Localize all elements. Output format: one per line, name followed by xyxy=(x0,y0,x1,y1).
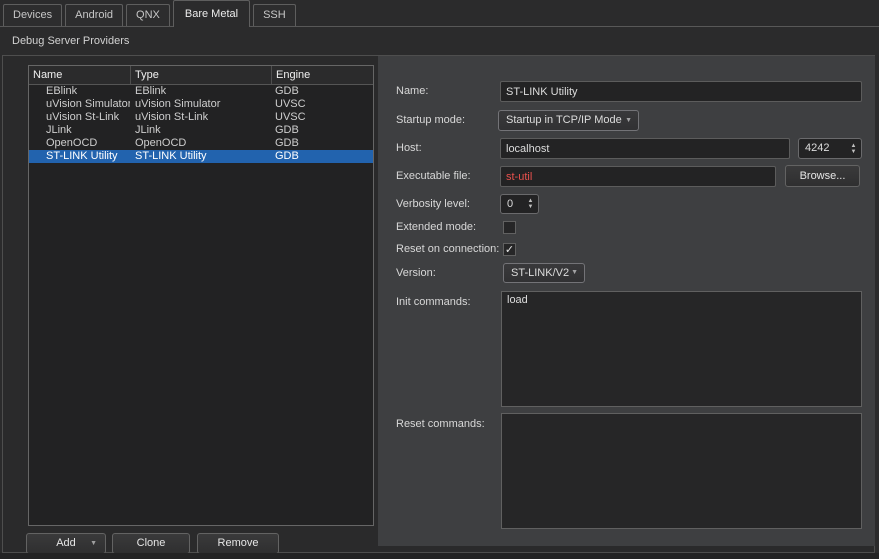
tab-qnx[interactable]: QNX xyxy=(126,4,170,26)
version-label: Version: xyxy=(396,267,436,279)
row-name: JLink xyxy=(46,124,72,136)
add-button[interactable]: Add ▼ xyxy=(26,533,106,554)
reset-on-connection-label: Reset on connection: xyxy=(396,243,500,255)
executable-file-label: Executable file: xyxy=(396,170,471,182)
table-row[interactable]: uVision St-Link uVision St-Link UVSC xyxy=(29,111,373,124)
name-input[interactable] xyxy=(500,81,862,102)
verbosity-spinbox[interactable]: 0 ▲ ▼ xyxy=(500,194,539,214)
row-name: uVision Simulator xyxy=(46,98,130,110)
verbosity-value: 0 xyxy=(507,198,514,210)
page-title: Debug Server Providers xyxy=(12,35,130,47)
row-engine: GDB xyxy=(275,137,299,149)
startup-mode-value: Startup in TCP/IP Mode xyxy=(506,114,622,126)
tab-ssh[interactable]: SSH xyxy=(253,4,296,26)
options-dialog: Devices Android QNX Bare Metal SSH Debug… xyxy=(0,0,879,559)
browse-button-label: Browse... xyxy=(799,170,846,182)
add-button-label: Add xyxy=(56,537,76,549)
row-engine: UVSC xyxy=(275,98,306,110)
extended-mode-checkbox[interactable] xyxy=(503,221,516,234)
column-header-engine[interactable]: Engine xyxy=(271,66,373,84)
init-commands-label: Init commands: xyxy=(396,296,471,308)
table-row-selected[interactable]: ST-LINK Utility ST-LINK Utility GDB xyxy=(29,150,373,163)
tab-ssh-label: SSH xyxy=(263,9,286,21)
clone-button[interactable]: Clone xyxy=(112,533,190,554)
init-commands-textarea[interactable]: load xyxy=(501,291,862,407)
clone-button-label: Clone xyxy=(136,537,166,549)
providers-table-body: EBlink EBlink GDB uVision Simulator uVis… xyxy=(29,85,373,163)
startup-mode-label: Startup mode: xyxy=(396,114,466,126)
chevron-down-icon: ▼ xyxy=(625,117,632,124)
verbosity-level-label: Verbosity level: xyxy=(396,198,470,210)
chevron-down-icon[interactable]: ▼ xyxy=(90,534,97,553)
tab-bar: Devices Android QNX Bare Metal SSH xyxy=(0,0,879,27)
tab-android[interactable]: Android xyxy=(65,4,124,26)
remove-button-label: Remove xyxy=(217,537,259,549)
row-name: ST-LINK Utility xyxy=(46,150,118,162)
spin-down-icon[interactable]: ▼ xyxy=(528,204,534,210)
tab-devices-label: Devices xyxy=(13,9,53,21)
row-engine: GDB xyxy=(275,124,299,136)
reset-commands-textarea[interactable] xyxy=(501,413,862,529)
check-icon: ✓ xyxy=(504,244,515,256)
startup-mode-select[interactable]: Startup in TCP/IP Mode ▼ xyxy=(498,110,639,131)
table-row[interactable]: JLink JLink GDB xyxy=(29,124,373,137)
providers-table: Name Type Engine EBlink EBlink GDB uVisi… xyxy=(28,65,374,526)
content-frame: Name Type Engine EBlink EBlink GDB uVisi… xyxy=(2,55,875,554)
row-name: OpenOCD xyxy=(46,137,98,149)
browse-button[interactable]: Browse... xyxy=(785,165,860,187)
row-type: uVision Simulator xyxy=(135,98,221,110)
row-name: EBlink xyxy=(46,85,78,97)
reset-commands-label: Reset commands: xyxy=(396,418,485,430)
row-engine: UVSC xyxy=(275,111,306,123)
table-row[interactable]: OpenOCD OpenOCD GDB xyxy=(29,137,373,150)
extended-mode-label: Extended mode: xyxy=(396,221,477,233)
column-header-name[interactable]: Name xyxy=(29,66,130,84)
row-type: JLink xyxy=(135,124,161,136)
remove-button[interactable]: Remove xyxy=(197,533,279,554)
tab-bare-metal[interactable]: Bare Metal xyxy=(172,0,251,27)
tab-bare-metal-label: Bare Metal xyxy=(184,8,239,20)
row-type: uVision St-Link xyxy=(135,111,209,123)
tab-devices[interactable]: Devices xyxy=(3,4,63,26)
version-value: ST-LINK/V2 xyxy=(511,267,570,279)
tab-android-label: Android xyxy=(75,9,114,21)
column-header-type[interactable]: Type xyxy=(130,66,271,84)
host-input[interactable] xyxy=(500,138,790,159)
name-label: Name: xyxy=(396,85,429,97)
table-row[interactable]: EBlink EBlink GDB xyxy=(29,85,373,98)
port-spin-buttons: ▲ ▼ xyxy=(846,139,861,158)
providers-table-header: Name Type Engine xyxy=(29,66,373,85)
port-spinbox[interactable]: 4242 ▲ ▼ xyxy=(798,138,862,159)
window-bottom-margin xyxy=(0,553,879,559)
port-value: 4242 xyxy=(805,142,830,154)
host-label: Host: xyxy=(396,142,422,154)
row-type: ST-LINK Utility xyxy=(135,150,207,162)
executable-file-input[interactable] xyxy=(500,166,776,187)
table-row[interactable]: uVision Simulator uVision Simulator UVSC xyxy=(29,98,373,111)
row-name: uVision St-Link xyxy=(46,111,120,123)
spin-down-icon[interactable]: ▼ xyxy=(851,149,857,155)
provider-details-panel: Name: Startup mode: Startup in TCP/IP Mo… xyxy=(378,56,875,546)
row-engine: GDB xyxy=(275,85,299,97)
row-type: OpenOCD xyxy=(135,137,187,149)
reset-on-connection-checkbox[interactable]: ✓ xyxy=(503,243,516,256)
chevron-down-icon: ▼ xyxy=(571,269,578,276)
row-type: EBlink xyxy=(135,85,167,97)
version-select[interactable]: ST-LINK/V2 ▼ xyxy=(503,263,585,283)
tab-qnx-label: QNX xyxy=(136,9,160,21)
verbosity-spin-buttons: ▲ ▼ xyxy=(523,195,538,213)
row-engine: GDB xyxy=(275,150,299,162)
